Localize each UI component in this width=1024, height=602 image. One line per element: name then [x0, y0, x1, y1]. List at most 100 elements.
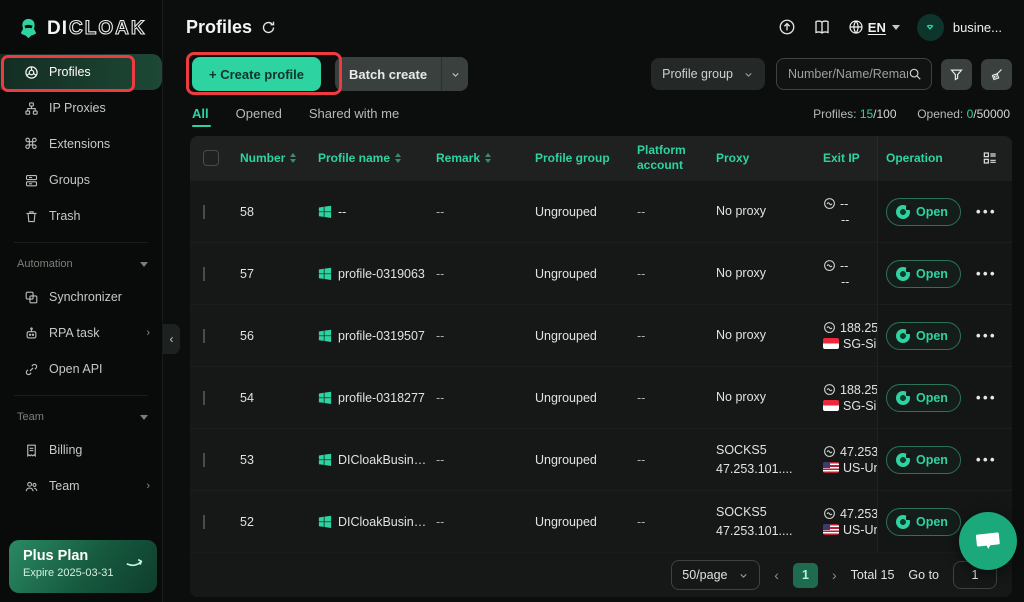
cell-exit-ip: -- --: [815, 259, 877, 289]
row-more-menu[interactable]: •••: [976, 328, 997, 343]
batch-create-dropdown[interactable]: [441, 57, 468, 91]
main-content: Profiles EN busine...: [164, 0, 1024, 602]
caret-down-icon: [140, 415, 148, 420]
table-row: 54 profile-0318277 -- Ungrouped -- No pr…: [190, 366, 1012, 428]
sidebar-item-label: Extensions: [49, 137, 110, 151]
sidebar-collapse-button[interactable]: ‹: [163, 324, 180, 354]
row-checkbox[interactable]: [203, 205, 205, 219]
plan-card[interactable]: Plus Plan Expire 2025-03-31: [9, 540, 157, 593]
refresh-icon[interactable]: [261, 20, 276, 35]
col-header-number[interactable]: Number: [232, 151, 310, 166]
current-page-button[interactable]: 1: [793, 563, 818, 588]
sidebar-item-team[interactable]: Team ›: [0, 468, 162, 504]
row-more-menu[interactable]: •••: [976, 390, 997, 405]
cell-number: 53: [232, 453, 310, 467]
account-name[interactable]: busine...: [953, 20, 1002, 35]
language-selector[interactable]: EN: [848, 19, 900, 35]
table-row: 57 profile-0319063 -- Ungrouped -- No pr…: [190, 242, 1012, 304]
page-size-select[interactable]: 50/page: [671, 560, 760, 590]
chevron-right-icon: ›: [146, 327, 150, 339]
chat-bubble-icon: [975, 529, 1001, 553]
cell-profile-group: Ungrouped: [527, 267, 629, 281]
row-more-menu[interactable]: •••: [976, 204, 997, 219]
profile-group-select[interactable]: Profile group: [651, 58, 765, 90]
globe-icon: [848, 19, 864, 35]
cell-exit-ip: 188.25 SG-Sin: [815, 383, 877, 413]
open-profile-button[interactable]: Open: [886, 198, 961, 226]
sort-icon[interactable]: [290, 153, 296, 163]
open-profile-button[interactable]: Open: [886, 384, 961, 412]
col-header-profile-group: Profile group: [527, 151, 629, 166]
row-checkbox[interactable]: [203, 515, 205, 529]
cell-platform-account: --: [629, 391, 708, 405]
prev-page-icon[interactable]: ‹: [774, 567, 779, 583]
docs-book-icon[interactable]: [813, 18, 831, 36]
cell-profile-name: DICloakBusine...: [310, 453, 428, 467]
sidebar-section-automation[interactable]: Automation: [0, 249, 162, 279]
cell-exit-ip: 47.253 US-Un: [815, 507, 877, 537]
cell-number: 52: [232, 515, 310, 529]
open-profile-button[interactable]: Open: [886, 260, 961, 288]
clear-filters-button[interactable]: [981, 59, 1012, 90]
cell-remark: --: [428, 267, 527, 281]
table-header-row: Number Profile name Remark Profile group…: [190, 136, 1012, 180]
row-checkbox[interactable]: [203, 267, 205, 281]
browser-launch-icon: [896, 267, 910, 281]
filter-button[interactable]: [941, 59, 972, 90]
col-header-profile-name[interactable]: Profile name: [310, 151, 428, 166]
row-checkbox[interactable]: [203, 391, 205, 405]
cell-remark: --: [428, 391, 527, 405]
open-profile-button[interactable]: Open: [886, 322, 961, 350]
row-checkbox[interactable]: [203, 329, 205, 343]
sidebar-section-team[interactable]: Team: [0, 402, 162, 432]
sidebar-item-synchronizer[interactable]: Synchronizer: [0, 279, 162, 315]
open-profile-button[interactable]: Open: [886, 446, 961, 474]
sort-icon[interactable]: [395, 153, 401, 163]
cell-number: 57: [232, 267, 310, 281]
sidebar-item-groups[interactable]: Groups: [0, 162, 162, 198]
row-more-menu[interactable]: •••: [976, 266, 997, 281]
profiles-table: Number Profile name Remark Profile group…: [190, 136, 1012, 597]
sidebar-item-rpa-task[interactable]: RPA task ›: [0, 315, 162, 351]
row-checkbox[interactable]: [203, 453, 205, 467]
broom-icon: [989, 67, 1004, 82]
row-more-menu[interactable]: •••: [976, 452, 997, 467]
cell-profile-name: DICloakBusine...: [310, 515, 428, 529]
next-page-icon[interactable]: ›: [832, 567, 837, 583]
upgrade-circle-icon[interactable]: [778, 18, 796, 36]
batch-create-button[interactable]: Batch create: [335, 57, 468, 91]
cell-proxy: SOCKS5 47.253.101....: [708, 441, 815, 477]
sidebar-item-trash[interactable]: Trash: [0, 198, 162, 234]
search-input[interactable]: [788, 67, 908, 81]
open-profile-button[interactable]: Open: [886, 508, 961, 536]
col-header-remark[interactable]: Remark: [428, 151, 527, 166]
total-count: Total 15: [851, 568, 895, 582]
col-header-operation: Operation: [877, 136, 1012, 180]
search-icon[interactable]: [908, 67, 922, 81]
sidebar-item-billing[interactable]: Billing: [0, 432, 162, 468]
tab-shared-with-me[interactable]: Shared with me: [309, 106, 399, 130]
support-chat-button[interactable]: [959, 512, 1017, 570]
tab-all[interactable]: All: [192, 106, 209, 130]
sidebar-item-ip-proxies[interactable]: IP Proxies: [0, 90, 162, 126]
tab-opened[interactable]: Opened: [236, 106, 282, 130]
create-profile-button[interactable]: + Create profile: [192, 57, 321, 91]
browser-launch-icon: [896, 453, 910, 467]
tabs-row: All Opened Shared with me Profiles: 15/1…: [164, 91, 1024, 130]
select-all-checkbox[interactable]: [203, 150, 219, 166]
browser-launch-icon: [896, 515, 910, 529]
ip-pulse-icon: [823, 259, 836, 272]
browser-launch-icon: [896, 329, 910, 343]
sort-icon[interactable]: [485, 153, 491, 163]
column-settings-icon[interactable]: [982, 150, 998, 166]
table-row: 53 DICloakBusine... -- Ungrouped -- SOCK…: [190, 428, 1012, 490]
topbar: Profiles EN busine...: [164, 0, 1024, 54]
sidebar-item-open-api[interactable]: Open API: [0, 351, 162, 387]
browser-launch-icon: [896, 205, 910, 219]
cell-remark: --: [428, 453, 527, 467]
avatar[interactable]: [917, 14, 944, 41]
cell-profile-group: Ungrouped: [527, 205, 629, 219]
sidebar-item-profiles[interactable]: Profiles: [0, 54, 162, 90]
sidebar-item-extensions[interactable]: ⌘ Extensions: [0, 126, 162, 162]
brand-logo: DICLOAK: [0, 0, 162, 54]
